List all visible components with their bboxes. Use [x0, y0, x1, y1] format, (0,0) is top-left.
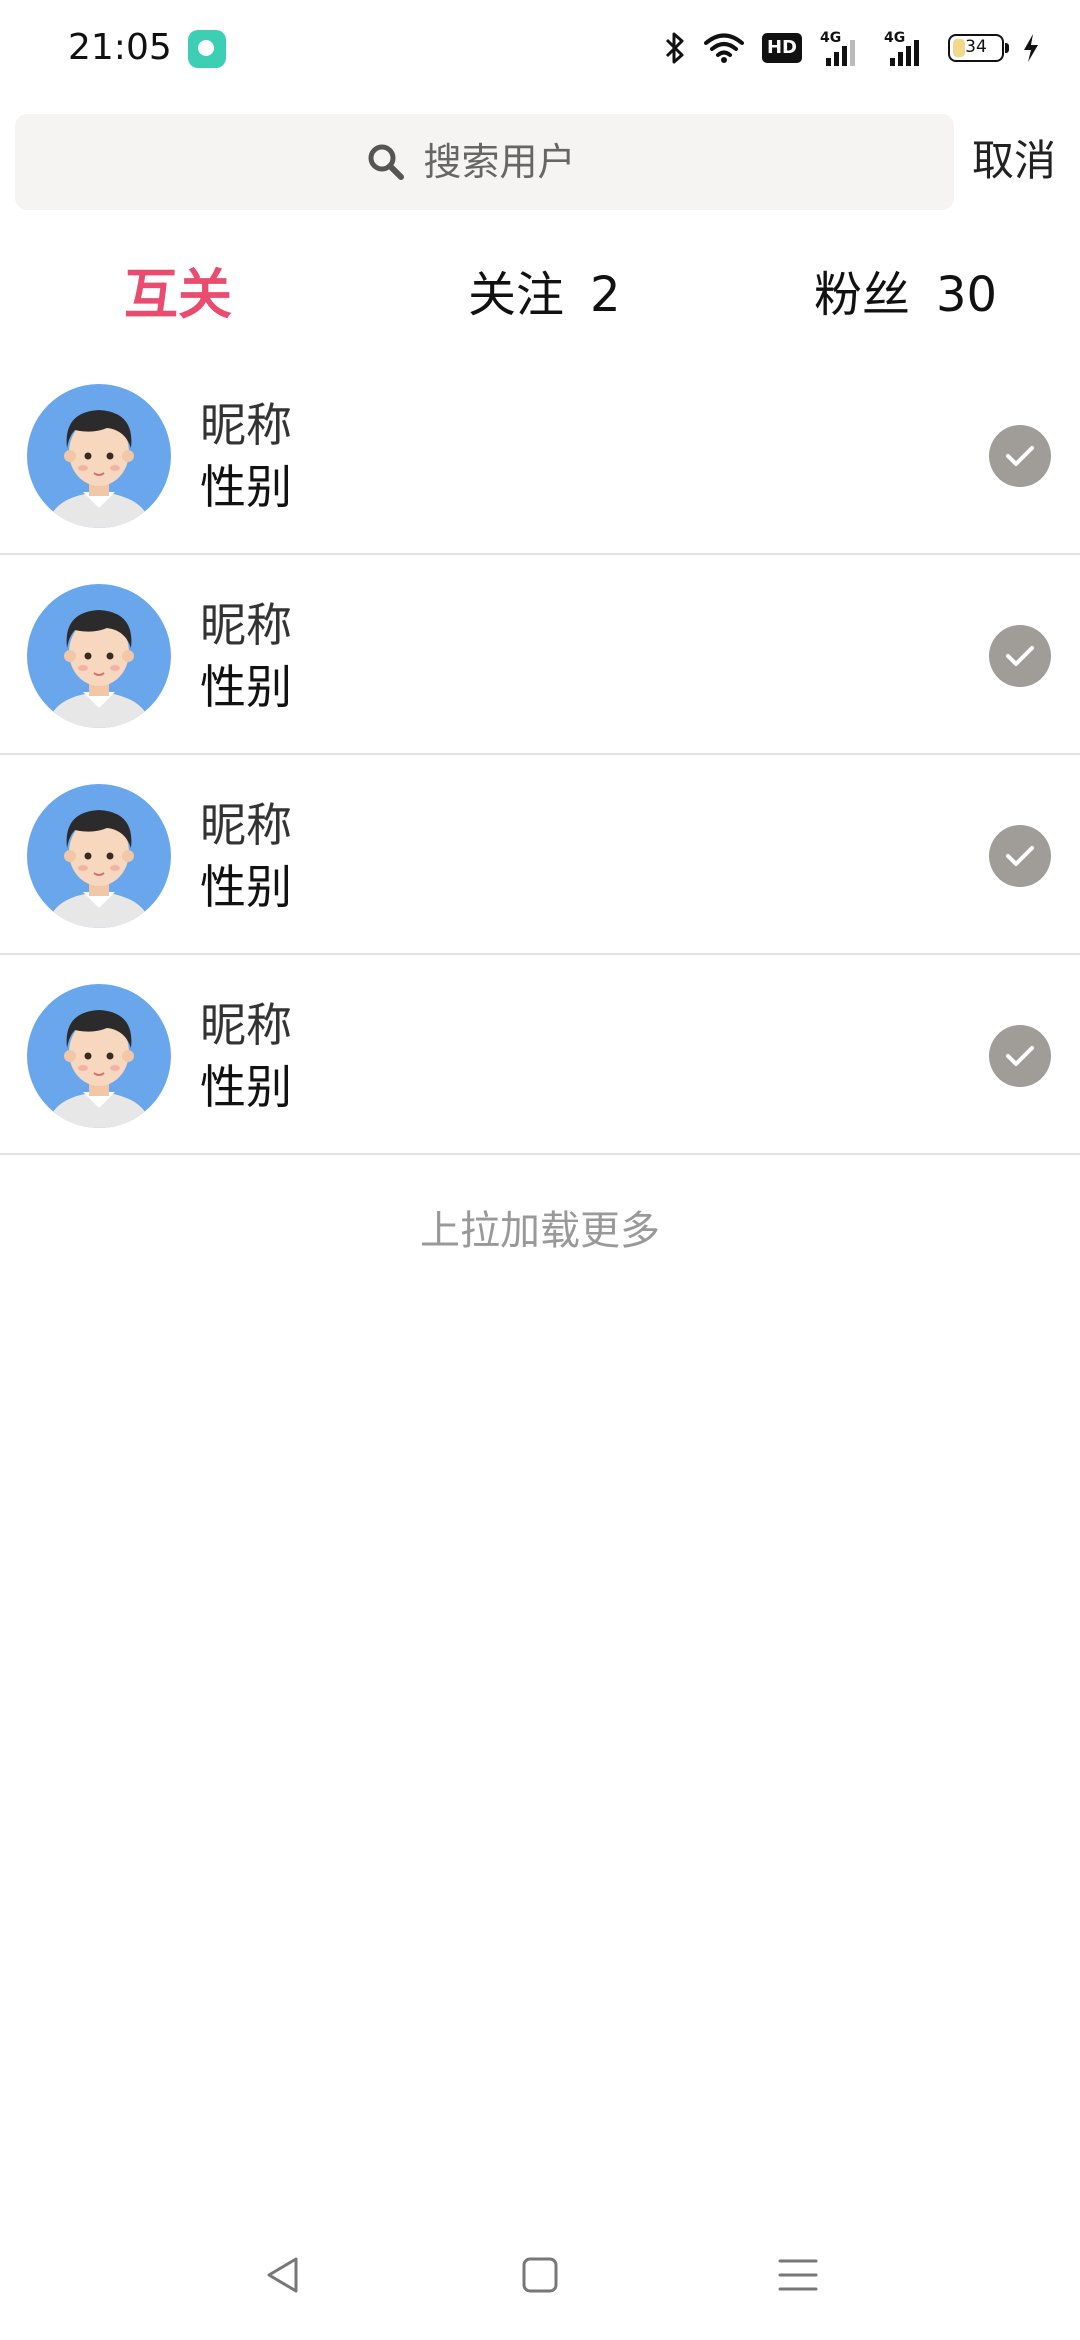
user-gender: 性别 — [200, 860, 292, 914]
battery-level: 34 — [965, 37, 987, 57]
battery-icon: 34 — [948, 34, 1009, 62]
status-icons: HD 4G 4G 34 — [664, 26, 1040, 70]
select-check-button[interactable] — [989, 1025, 1051, 1087]
signal-icon-1: 4G — [820, 28, 866, 68]
list-item[interactable]: 昵称 性别 — [0, 755, 1080, 955]
avatar-icon — [27, 384, 171, 528]
user-gender: 性别 — [200, 460, 292, 514]
search-icon — [368, 144, 404, 180]
check-icon — [1006, 846, 1034, 866]
search-bar[interactable] — [15, 114, 954, 210]
list-item[interactable]: 昵称 性别 — [0, 955, 1080, 1155]
status-bar: 21:05 HD 4G 4G 34 — [0, 0, 1080, 100]
status-time: 21:05 — [68, 27, 172, 68]
bluetooth-icon — [665, 32, 684, 64]
check-icon — [1006, 446, 1034, 466]
menu-lines-icon — [778, 2259, 818, 2291]
list-item[interactable]: 昵称 性别 — [0, 355, 1080, 555]
tab-fans[interactable]: 粉丝 30 — [814, 250, 997, 340]
check-icon — [1006, 646, 1034, 666]
user-nickname: 昵称 — [200, 398, 292, 452]
tab-label: 互关 — [124, 263, 232, 326]
avatar-icon — [27, 984, 171, 1128]
select-check-button[interactable] — [989, 425, 1051, 487]
nav-home-button[interactable] — [500, 2235, 580, 2315]
back-triangle-icon — [267, 2257, 298, 2293]
user-gender: 性别 — [200, 660, 292, 714]
nav-back-button[interactable] — [243, 2235, 323, 2315]
tab-count: 2 — [590, 267, 621, 323]
cancel-button[interactable]: 取消 — [972, 126, 1056, 196]
charging-icon — [1024, 34, 1038, 62]
user-nickname: 昵称 — [200, 798, 292, 852]
user-nickname: 昵称 — [200, 998, 292, 1052]
nav-menu-button[interactable] — [758, 2235, 838, 2315]
hd-badge: HD — [762, 33, 802, 63]
select-check-button[interactable] — [989, 625, 1051, 687]
tab-mutual[interactable]: 互关 — [124, 250, 232, 340]
tab-bar: 互关 关注 2 粉丝 30 — [0, 250, 1080, 340]
system-nav-bar — [0, 2235, 1080, 2315]
tab-count: 30 — [936, 267, 998, 323]
select-check-button[interactable] — [989, 825, 1051, 887]
tab-label: 粉丝 — [814, 267, 911, 323]
list-item[interactable]: 昵称 性别 — [0, 555, 1080, 755]
avatar-icon — [27, 784, 171, 928]
search-input[interactable] — [423, 140, 604, 184]
user-nickname: 昵称 — [200, 598, 292, 652]
user-gender: 性别 — [200, 1060, 292, 1114]
tab-label: 关注 — [468, 267, 565, 323]
avatar-icon — [27, 584, 171, 728]
load-more-hint: 上拉加载更多 — [420, 1208, 660, 1254]
app-notification-icon — [188, 30, 226, 68]
check-icon — [1006, 1046, 1034, 1066]
user-list: 昵称 性别 昵称 性别 昵称 性别 昵称 性别 — [0, 355, 1080, 1155]
signal-icon-2: 4G — [884, 28, 930, 68]
wifi-icon — [704, 33, 744, 63]
tab-following[interactable]: 关注 2 — [468, 250, 621, 340]
home-square-icon — [522, 2257, 558, 2293]
